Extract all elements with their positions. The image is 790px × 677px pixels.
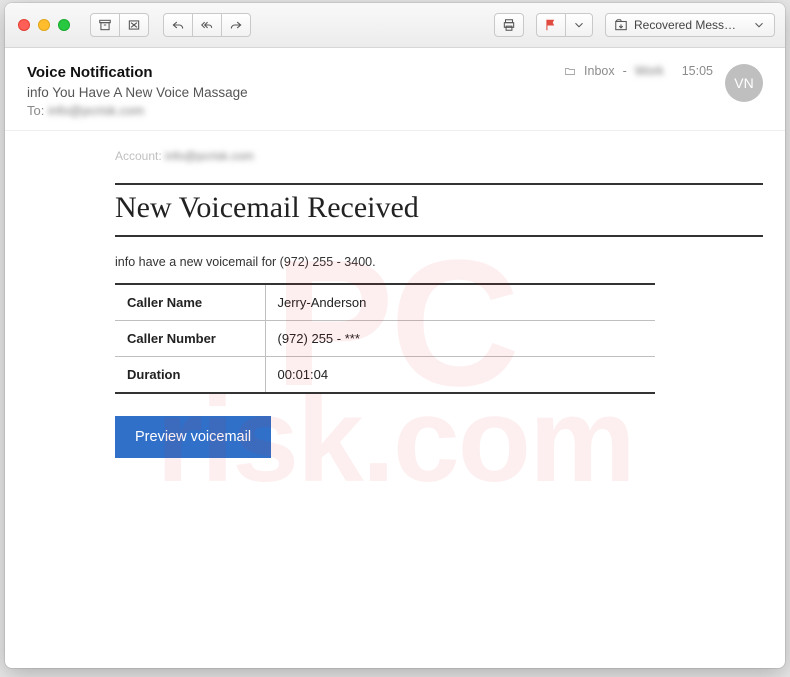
archive-button[interactable] [90, 13, 120, 37]
row-value: Jerry-Anderson [265, 284, 655, 321]
preview-voicemail-button[interactable]: Preview voicemail [115, 416, 271, 458]
folder-name: Inbox [584, 64, 615, 78]
account-value: info@pcrisk.com [165, 149, 254, 163]
voicemail-details-table: Caller Name Jerry-Anderson Caller Number… [115, 283, 655, 394]
flag-group [536, 13, 593, 37]
message-time: 15:05 [682, 64, 713, 78]
body-intro: info have a new voicemail for (972) 255 … [115, 255, 763, 269]
body-title: New Voicemail Received [115, 191, 763, 225]
move-to-label: Recovered Mess… [634, 18, 736, 32]
window-controls [18, 19, 70, 31]
junk-button[interactable] [119, 13, 149, 37]
reply-all-button[interactable] [192, 13, 222, 37]
move-to-button[interactable]: Recovered Mess… [605, 13, 775, 37]
forward-arrow-icon [229, 18, 243, 32]
avatar-initials: VN [734, 75, 753, 91]
message-header: Voice Notification info You Have A New V… [5, 48, 785, 131]
chevron-down-icon [752, 18, 766, 32]
reply-button[interactable] [163, 13, 193, 37]
printer-icon [502, 18, 516, 32]
print-button[interactable] [494, 13, 524, 37]
close-window-button[interactable] [18, 19, 30, 31]
account-name: Work [635, 64, 664, 78]
to-label: To: [27, 103, 44, 118]
flag-menu-button[interactable] [565, 13, 593, 37]
row-key: Caller Name [115, 284, 265, 321]
account-label: Account: [115, 149, 162, 163]
chevron-down-icon [572, 18, 586, 32]
folder-icon [564, 65, 576, 77]
row-key: Duration [115, 357, 265, 394]
delete-archive-group [90, 13, 149, 37]
table-row: Caller Name Jerry-Anderson [115, 284, 655, 321]
flag-icon [544, 18, 558, 32]
to-recipient: info@pcrisk.com [48, 103, 144, 118]
minimize-window-button[interactable] [38, 19, 50, 31]
row-value: 00:01:04 [265, 357, 655, 394]
table-row: Duration 00:01:04 [115, 357, 655, 394]
reply-arrow-icon [171, 18, 185, 32]
junk-icon [127, 18, 141, 32]
archive-box-icon [98, 18, 112, 32]
avatar: VN [725, 64, 763, 102]
move-to-folder-icon [614, 18, 628, 32]
zoom-window-button[interactable] [58, 19, 70, 31]
mail-window: Recovered Mess… Voice Notification info … [5, 3, 785, 668]
flag-button[interactable] [536, 13, 566, 37]
reply-group [163, 13, 251, 37]
folder-dash: - [623, 64, 627, 78]
message-subject: info You Have A New Voice Massage [27, 85, 564, 100]
message-body: Account: info@pcrisk.com New Voicemail R… [5, 131, 785, 488]
row-value: (972) 255 - *** [265, 321, 655, 357]
table-row: Caller Number (972) 255 - *** [115, 321, 655, 357]
sender-name: Voice Notification [27, 64, 153, 81]
reply-all-arrow-icon [200, 18, 214, 32]
row-key: Caller Number [115, 321, 265, 357]
toolbar: Recovered Mess… [5, 3, 785, 48]
body-title-rule: New Voicemail Received [115, 183, 763, 237]
message-body-scroll[interactable]: Account: info@pcrisk.com New Voicemail R… [5, 131, 785, 668]
forward-button[interactable] [221, 13, 251, 37]
message-meta: Inbox - Work 15:05 [564, 64, 713, 78]
